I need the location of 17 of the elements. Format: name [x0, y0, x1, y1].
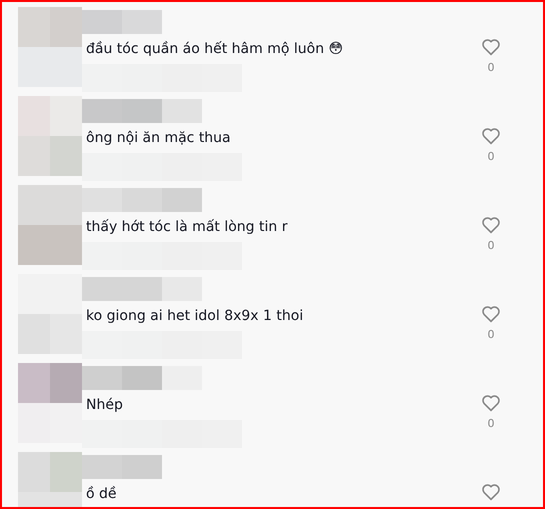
like-count: 0	[488, 327, 494, 343]
comment-text: ồ dề	[85, 485, 118, 504]
comment-text: thấy hớt tóc là mất lòng tin r	[85, 218, 288, 237]
heart-icon[interactable]	[481, 127, 501, 145]
comment-text: đầu tóc quần áo hết hâm mộ luôn 😳	[85, 40, 344, 59]
comment-text: ông nội ăn mặc thua	[85, 129, 232, 148]
like-count: 0	[488, 416, 494, 432]
heart-icon[interactable]	[481, 216, 501, 234]
heart-icon[interactable]	[481, 483, 501, 501]
comment-text: Nhép	[85, 396, 124, 415]
comment-text: ko giong ai het idol 8x9x 1 thoi	[85, 307, 304, 326]
like-count: 0	[488, 238, 494, 254]
heart-icon[interactable]	[481, 38, 501, 56]
heart-icon[interactable]	[481, 305, 501, 323]
like-count: 0	[488, 149, 494, 165]
like-count: 0	[488, 60, 494, 76]
heart-icon[interactable]	[481, 394, 501, 412]
